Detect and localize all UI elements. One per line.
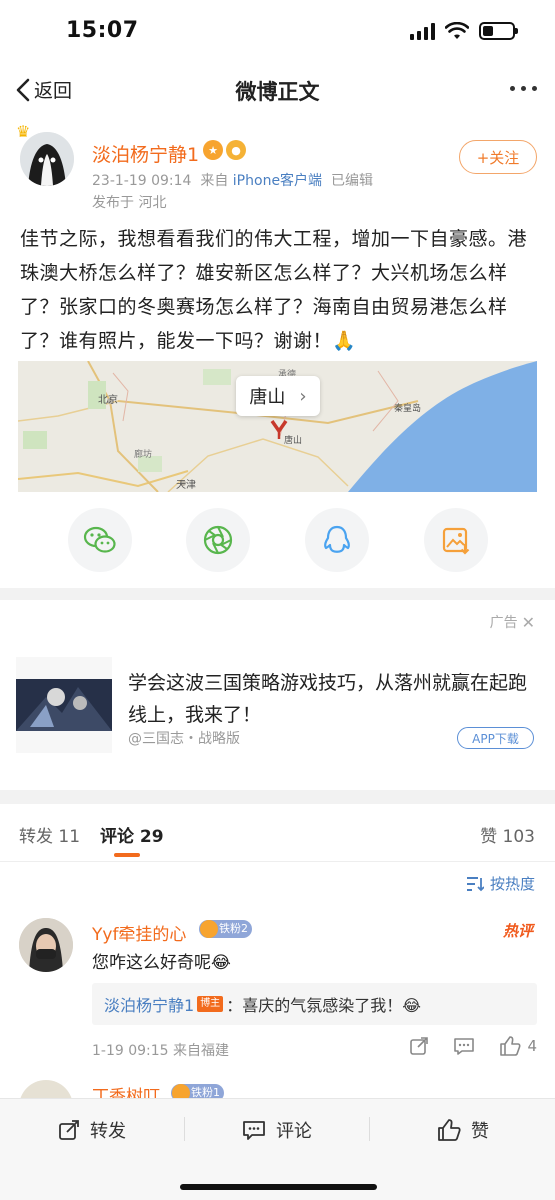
like-label: 赞 xyxy=(471,1121,489,1142)
more-icon[interactable] xyxy=(510,86,537,91)
status-time: 15:07 xyxy=(66,18,139,43)
ad-source[interactable]: @三国志・战略版 xyxy=(128,728,240,748)
post-text: 佳节之际，我想看看我们的伟大工程，增加一下自豪感。港珠澳大桥怎么样了？雄安新区怎… xyxy=(20,228,528,352)
comment-like-count: 4 xyxy=(527,1037,537,1055)
sort-icon xyxy=(466,876,484,891)
fish-badge-icon: ● xyxy=(226,140,246,160)
nav-bar: 返回 微博正文 xyxy=(0,62,555,118)
repost-label: 转发 xyxy=(90,1121,126,1142)
comment-actions: 4 xyxy=(409,1036,537,1056)
post-location: 发布于 河北 xyxy=(92,195,167,211)
battery-icon xyxy=(479,22,518,40)
active-tab-indicator xyxy=(114,853,140,857)
author-badges: ★ ● xyxy=(203,140,246,160)
page-title: 微博正文 xyxy=(235,80,320,104)
chevron-right-icon: › xyxy=(299,385,307,407)
repost-button[interactable]: 转发 xyxy=(58,1117,126,1143)
status-icons xyxy=(410,22,518,40)
map-location-chip[interactable]: 唐山 › xyxy=(236,376,320,416)
status-bar: 15:07 xyxy=(0,0,555,62)
commenter-name[interactable]: Yyf牵挂的心 xyxy=(92,920,186,945)
reply-text: ：喜庆的气氛感染了我！😂 xyxy=(226,996,421,1015)
tab-likes[interactable]: 赞 103 xyxy=(480,822,535,847)
comment-meta: 1-19 09:15 来自福建 xyxy=(92,1043,230,1059)
map-place-tianjin: 天津 xyxy=(176,480,196,491)
post-tabs: 转发 11 评论 29 赞 103 xyxy=(0,804,555,862)
crown-icon: ♛ xyxy=(16,122,31,141)
ad-tag[interactable]: 广告 ✕ xyxy=(490,612,535,632)
follow-button[interactable]: +关注 xyxy=(459,140,537,174)
cellular-signal-icon xyxy=(410,22,435,40)
home-indicator xyxy=(180,1184,377,1190)
post-client[interactable]: iPhone客户端 xyxy=(233,173,322,189)
map-place-qinhuangdao: 秦皇岛 xyxy=(394,404,422,414)
share-qq-button[interactable] xyxy=(305,508,369,572)
map-place-langfang: 廊坊 xyxy=(134,450,153,460)
like-button[interactable]: 赞 xyxy=(437,1117,489,1143)
share-row xyxy=(0,508,555,572)
comment-button[interactable]: 评论 xyxy=(242,1117,312,1143)
share-icon[interactable] xyxy=(409,1036,429,1056)
map-place-beijing: 北京 xyxy=(98,395,118,406)
fan-badge[interactable]: 铁粉2 xyxy=(199,920,252,938)
bottom-divider xyxy=(369,1117,370,1141)
comment-text: 您咋这么好奇呢😂 xyxy=(92,953,231,973)
comment-icon xyxy=(243,1121,265,1140)
ad-text[interactable]: 学会这波三国策略游戏技巧，从落州就赢在起跑线上，我来了！ xyxy=(128,667,538,731)
thumbs-up-icon xyxy=(438,1119,461,1141)
host-badge: 博主 xyxy=(197,996,224,1012)
bottom-divider xyxy=(184,1117,185,1141)
share-wechat-button[interactable] xyxy=(68,508,132,572)
tab-repost[interactable]: 转发 11 xyxy=(19,822,80,847)
qq-icon xyxy=(324,525,350,553)
repost-icon xyxy=(59,1120,79,1140)
reply-box[interactable]: 淡泊杨宁静1 博主 ：喜庆的气氛感染了我！😂 xyxy=(92,983,537,1025)
author-name[interactable]: 淡泊杨宁静1 xyxy=(92,140,199,167)
comment-like-button[interactable]: 4 xyxy=(499,1036,537,1056)
commenter-avatar[interactable] xyxy=(19,918,73,972)
thumbs-up-icon xyxy=(500,1036,521,1056)
ad-thumbnail[interactable] xyxy=(16,657,112,753)
hot-comment-tag: 热评 xyxy=(502,922,533,940)
section-separator xyxy=(0,790,555,804)
share-moments-button[interactable] xyxy=(186,508,250,572)
post-meta: 23-1-19 09:14 来自 iPhone客户端 已编辑 xyxy=(92,170,373,190)
post-date: 23-1-19 09:14 xyxy=(92,173,192,189)
comment-label: 评论 xyxy=(276,1121,312,1142)
source-prefix: 来自 xyxy=(200,173,229,189)
app-download-button[interactable]: APP下载 xyxy=(457,727,534,749)
share-save-image-button[interactable] xyxy=(424,508,488,572)
close-icon[interactable]: ✕ xyxy=(522,613,535,632)
member-badge-icon: ★ xyxy=(203,140,223,160)
moments-icon xyxy=(203,525,233,555)
section-separator xyxy=(0,588,555,600)
map-pin-icon xyxy=(270,419,288,439)
ad-label: 广告 xyxy=(489,615,518,631)
battery-fill xyxy=(483,26,493,36)
save-image-icon xyxy=(442,527,470,555)
edited-label[interactable]: 已编辑 xyxy=(331,173,373,189)
sort-button[interactable]: 按热度 xyxy=(466,873,535,894)
comment-icon[interactable] xyxy=(453,1036,475,1056)
sort-label: 按热度 xyxy=(489,875,535,893)
map-location-label: 唐山 xyxy=(249,387,286,408)
wechat-icon xyxy=(83,526,116,553)
reply-author[interactable]: 淡泊杨宁静1 xyxy=(104,992,194,1016)
wifi-icon xyxy=(445,22,469,39)
tab-comments[interactable]: 评论 29 xyxy=(100,822,164,847)
